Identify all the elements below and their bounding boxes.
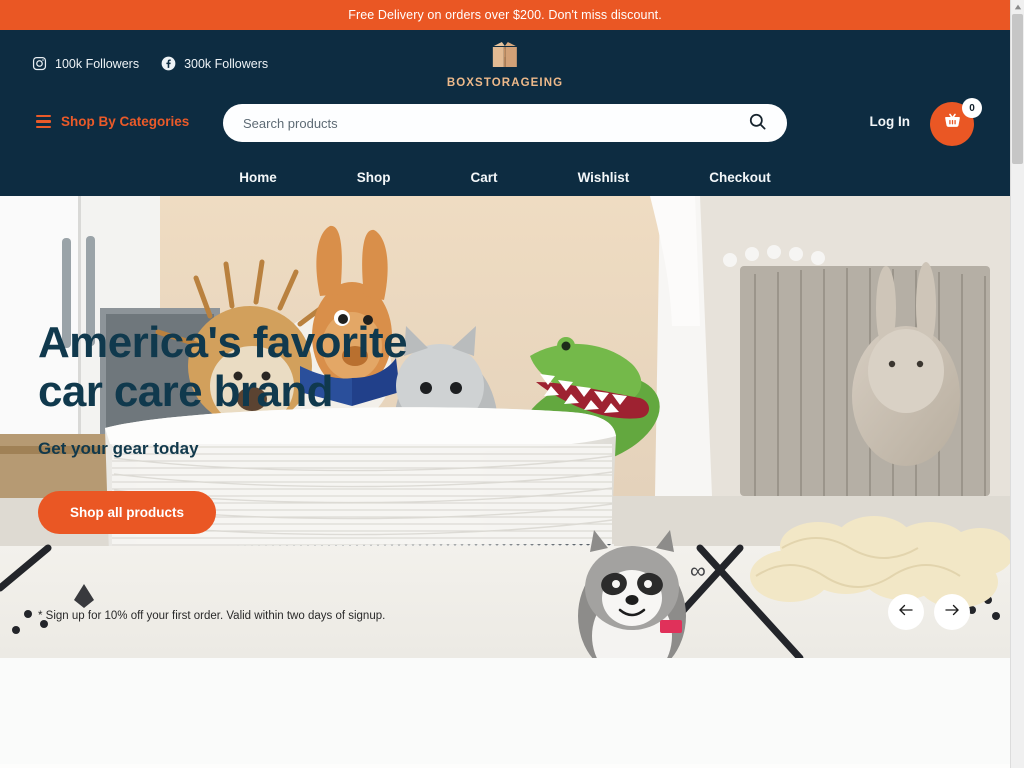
hero-heading: America's favorite car care brand: [38, 318, 408, 417]
cart-count-badge: 0: [962, 98, 982, 118]
nav-item-cart[interactable]: Cart: [431, 170, 538, 185]
announcement-bar: Free Delivery on orders over $200. Don't…: [0, 0, 1010, 30]
cart-widget: 0: [930, 98, 982, 150]
nav-item-shop[interactable]: Shop: [317, 170, 431, 185]
search-bar: [223, 104, 787, 142]
search-input[interactable]: [243, 115, 744, 131]
cardboard-box-icon: [488, 40, 522, 75]
arrow-left-icon: [897, 601, 915, 624]
nav-item-home[interactable]: Home: [199, 170, 317, 185]
content-below-hero: [0, 658, 1010, 764]
header-top-row: 100k Followers 300k Followers BOXSTORAGE…: [0, 30, 1010, 102]
facebook-followers-label: 300k Followers: [184, 56, 269, 71]
facebook-icon: [161, 56, 176, 71]
search-icon: [748, 112, 767, 134]
carousel-prev-button[interactable]: [888, 594, 924, 630]
shop-all-products-button[interactable]: Shop all products: [38, 490, 217, 534]
search-submit-button[interactable]: [744, 112, 771, 134]
instagram-icon: [32, 56, 47, 71]
header-search-row: Shop By Categories Log In: [0, 98, 1010, 158]
social-link-instagram[interactable]: 100k Followers: [32, 56, 139, 71]
hero-subheading: Get your gear today: [38, 438, 199, 458]
nav-item-wishlist[interactable]: Wishlist: [538, 170, 670, 185]
site-logo[interactable]: BOXSTORAGEING: [447, 40, 563, 89]
announcement-text: Free Delivery on orders over $200. Don't…: [348, 8, 662, 22]
carousel-next-button[interactable]: [934, 594, 970, 630]
scrollbar-thumb[interactable]: [1012, 14, 1023, 164]
hero-carousel: ∞ America's favorite car care brand Get …: [0, 196, 1010, 658]
arrow-right-icon: [943, 601, 961, 624]
nav-item-checkout[interactable]: Checkout: [669, 170, 811, 185]
hero-heading-line-1: America's favorite: [38, 318, 408, 367]
shopping-basket-icon: [942, 111, 963, 137]
social-link-facebook[interactable]: 300k Followers: [161, 56, 268, 71]
instagram-followers-label: 100k Followers: [55, 56, 140, 71]
hero-disclaimer-text: * Sign up for 10% off your first order. …: [38, 610, 386, 622]
hero-text-block: America's favorite car care brand Get yo…: [38, 318, 408, 534]
scrollbar-up-arrow-icon[interactable]: [1011, 0, 1024, 14]
main-navigation: Home Shop Cart Wishlist Checkout: [0, 158, 1010, 196]
login-button[interactable]: Log In: [870, 114, 911, 129]
login-label: Log In: [869, 114, 911, 129]
shop-by-categories-label: Shop By Categories: [61, 114, 190, 129]
carousel-controls: [888, 594, 970, 630]
hamburger-menu-icon: [36, 115, 51, 128]
site-header: 100k Followers 300k Followers BOXSTORAGE…: [0, 30, 1010, 196]
shop-by-categories-button[interactable]: Shop By Categories: [36, 114, 189, 129]
page-scrollbar[interactable]: [1010, 0, 1024, 768]
svg-text:∞: ∞: [690, 558, 706, 583]
social-links: 100k Followers 300k Followers: [32, 56, 268, 71]
page-root: Free Delivery on orders over $200. Don't…: [0, 0, 1010, 768]
logo-wordmark: BOXSTORAGEING: [446, 77, 564, 89]
hero-heading-line-2: car care brand: [38, 367, 333, 417]
